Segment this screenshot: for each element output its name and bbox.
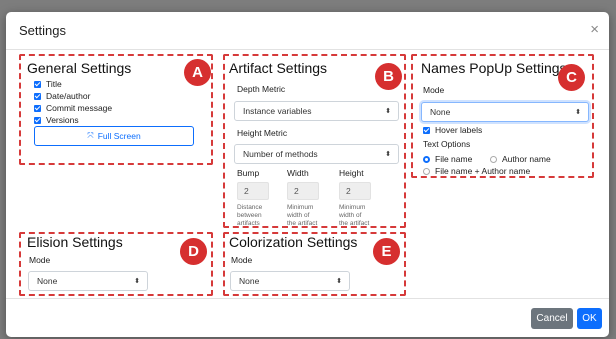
elision-settings-panel: Elision Settings D Mode None ⬍ [19, 232, 213, 296]
radio-file-name[interactable]: File name [423, 154, 472, 164]
colorization-mode-select[interactable]: None ⬍ [230, 271, 350, 291]
select-arrow-icon: ⬍ [385, 108, 391, 115]
checkbox-label: Date/author [46, 91, 91, 101]
checkbox-commit-message[interactable]: Commit message [34, 103, 112, 113]
names-mode-value: None [430, 107, 451, 117]
artifact-settings-title: Artifact Settings [229, 60, 328, 76]
badge-b: B [375, 63, 402, 90]
badge-e: E [373, 238, 400, 265]
checkbox-icon [34, 80, 41, 88]
select-arrow-icon: ⬍ [385, 151, 391, 158]
full-screen-button[interactable]: ⤧ Full Screen [34, 126, 194, 146]
height-label: Height [339, 168, 364, 178]
colorization-mode-value: None [239, 276, 260, 286]
full-screen-label: Full Screen [97, 131, 141, 141]
cancel-button[interactable]: Cancel [531, 308, 573, 329]
select-arrow-icon: ⬍ [134, 278, 140, 285]
close-icon[interactable]: × [590, 22, 599, 37]
radio-file-author-name[interactable]: File name + Author name [423, 166, 530, 176]
radio-icon [423, 167, 430, 175]
colorization-mode-label: Mode [231, 255, 253, 265]
radio-selected-icon [423, 155, 430, 163]
general-settings-title: General Settings [27, 60, 132, 76]
colorization-settings-title: Colorization Settings [229, 234, 358, 250]
dialog-header: Settings × [6, 12, 609, 50]
checkbox-label: Title [46, 79, 62, 89]
checkbox-icon [34, 104, 41, 112]
checkbox-icon [34, 116, 41, 124]
names-popup-settings-panel: Names PopUp Settings C Mode None ⬍ Hover … [411, 54, 594, 178]
radio-label: File name [435, 154, 473, 164]
bump-label: Bump [237, 168, 260, 178]
width-input[interactable]: 2 [287, 182, 319, 200]
text-options-label: Text Options [423, 139, 471, 149]
radio-label: Author name [502, 154, 551, 164]
artifact-settings-panel: Artifact Settings B Depth Metric Instanc… [223, 54, 406, 228]
height-input[interactable]: 2 [339, 182, 371, 200]
elision-mode-value: None [37, 276, 58, 286]
checkbox-label: Versions [46, 115, 79, 125]
width-description: Minimum width of the artifact [287, 204, 318, 227]
width-label: Width [287, 168, 309, 178]
elision-mode-label: Mode [29, 255, 51, 265]
checkbox-icon [423, 126, 430, 134]
height-metric-value: Number of methods [243, 149, 318, 159]
depth-metric-value: Instance variables [243, 106, 312, 116]
checkbox-icon [34, 92, 41, 100]
height-metric-select[interactable]: Number of methods ⬍ [234, 144, 399, 164]
ok-button[interactable]: OK [577, 308, 602, 329]
dialog-footer: Cancel OK [6, 298, 609, 337]
height-description: Minimum width of the artifact [339, 204, 370, 227]
checkbox-date-author[interactable]: Date/author [34, 91, 90, 101]
general-settings-panel: General Settings A Title Date/author Com… [19, 54, 213, 165]
select-arrow-icon: ⬍ [336, 278, 342, 285]
names-mode-label: Mode [423, 85, 445, 95]
elision-settings-title: Elision Settings [27, 234, 123, 250]
hover-labels-label: Hover labels [435, 125, 483, 135]
names-mode-select[interactable]: None ⬍ [421, 102, 589, 122]
names-popup-settings-title: Names PopUp Settings [421, 60, 567, 76]
height-metric-label: Height Metric [237, 128, 288, 138]
bump-input[interactable]: 2 [237, 182, 269, 200]
badge-d: D [180, 238, 207, 265]
expand-icon: ⤧ [87, 131, 94, 140]
badge-c: C [558, 64, 585, 91]
radio-icon [490, 155, 497, 163]
badge-a: A [184, 59, 211, 86]
checkbox-title[interactable]: Title [34, 79, 62, 89]
select-arrow-icon: ⬍ [575, 109, 581, 116]
radio-label: File name + Author name [435, 166, 531, 176]
depth-metric-select[interactable]: Instance variables ⬍ [234, 101, 399, 121]
dialog-title: Settings [19, 23, 66, 38]
depth-metric-label: Depth Metric [237, 84, 286, 94]
checkbox-versions[interactable]: Versions [34, 115, 79, 125]
bump-description: Distance between artifacts [237, 204, 263, 227]
settings-dialog: Settings × General Settings A Title Date… [6, 12, 609, 337]
radio-author-name[interactable]: Author name [490, 154, 551, 164]
checkbox-label: Commit message [46, 103, 113, 113]
hover-labels-checkbox[interactable]: Hover labels [423, 125, 482, 135]
elision-mode-select[interactable]: None ⬍ [28, 271, 148, 291]
colorization-settings-panel: Colorization Settings E Mode None ⬍ [223, 232, 406, 296]
